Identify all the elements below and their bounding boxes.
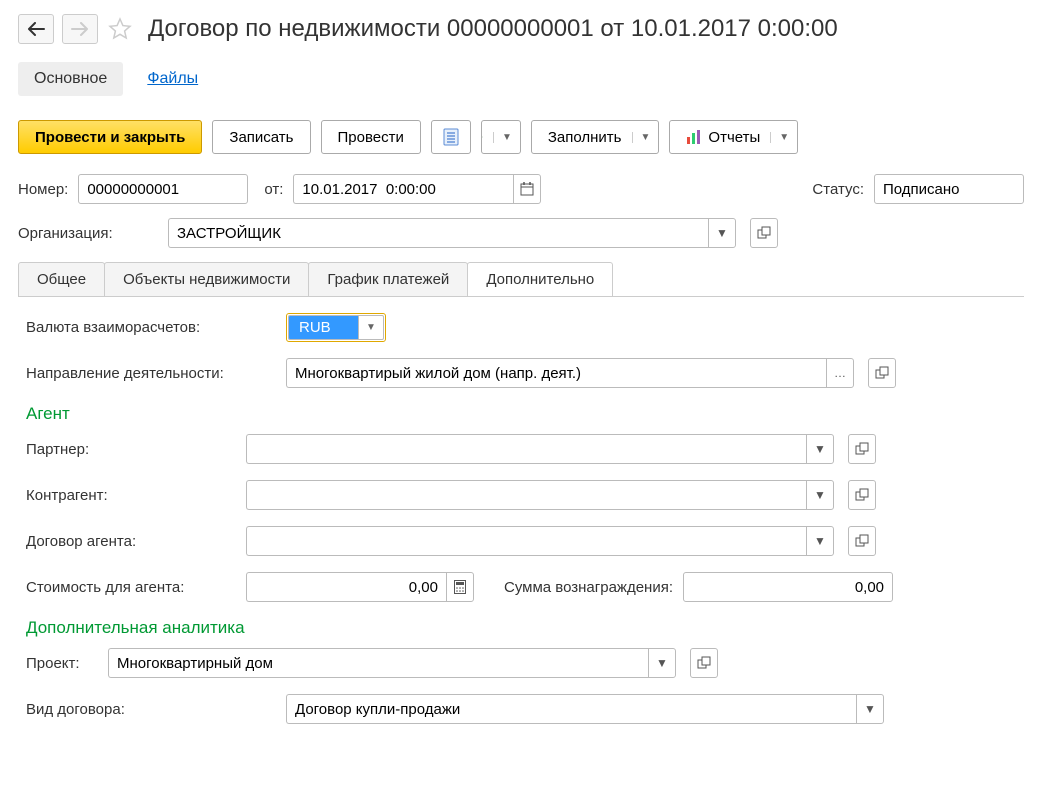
document-lines-icon: [443, 128, 459, 146]
save-button[interactable]: Записать: [212, 120, 310, 154]
number-input[interactable]: [78, 174, 248, 204]
project-label: Проект:: [26, 655, 98, 672]
number-label: Номер:: [18, 181, 68, 198]
open-icon[interactable]: [690, 648, 718, 678]
agent-contract-row: Договор агента: ▼: [26, 526, 1016, 556]
org-label: Организация:: [18, 225, 158, 242]
contract-type-input[interactable]: [286, 694, 856, 724]
partner-label: Партнер:: [26, 441, 236, 458]
status-input[interactable]: [874, 174, 1024, 204]
currency-combo: RUB ▼: [286, 313, 386, 342]
currency-value[interactable]: RUB: [288, 315, 358, 340]
org-row: Организация: ▼: [18, 218, 1024, 248]
toolbar: Провести и закрыть Записать Провести ▼ З…: [18, 120, 1024, 154]
open-icon[interactable]: [848, 480, 876, 510]
date-label: от:: [264, 181, 283, 198]
dropdown-icon[interactable]: ▼: [806, 480, 834, 510]
dropdown-icon[interactable]: ▼: [806, 526, 834, 556]
agent-section-title: Агент: [26, 404, 1016, 424]
partner-input-group: ▼: [246, 434, 834, 464]
subtab-files[interactable]: Файлы: [131, 62, 214, 96]
tab-objects[interactable]: Объекты недвижимости: [104, 262, 309, 296]
dropdown-icon[interactable]: ▼: [856, 694, 884, 724]
agent-cost-input[interactable]: [246, 572, 446, 602]
agent-cost-label: Стоимость для агента:: [26, 579, 236, 596]
counterparty-input[interactable]: [246, 480, 806, 510]
dropdown-icon[interactable]: ▼: [806, 434, 834, 464]
project-input[interactable]: [108, 648, 648, 678]
document-arrow-icon: [482, 128, 483, 146]
nav-forward-button[interactable]: [62, 14, 98, 44]
post-button[interactable]: Провести: [321, 120, 421, 154]
org-input[interactable]: [168, 218, 708, 248]
reports-button-label: Отчеты: [708, 129, 760, 146]
contract-type-row: Вид договора: ▼: [26, 694, 1016, 724]
post-and-close-button[interactable]: Провести и закрыть: [18, 120, 202, 154]
counterparty-label: Контрагент:: [26, 487, 236, 504]
agent-contract-input-group: ▼: [246, 526, 834, 556]
agent-cost-row: Стоимость для агента: Сумма вознагражден…: [26, 572, 1016, 602]
reward-input[interactable]: [683, 572, 893, 602]
export-icon-button[interactable]: ▼: [481, 120, 521, 154]
partner-row: Партнер: ▼: [26, 434, 1016, 464]
subtab-main[interactable]: Основное: [18, 62, 123, 96]
tab-additional[interactable]: Дополнительно: [467, 262, 613, 296]
agent-cost-input-group: [246, 572, 474, 602]
tab-additional-content: Валюта взаиморасчетов: RUB ▼ Направление…: [18, 313, 1024, 724]
analytics-section-title: Дополнительная аналитика: [26, 618, 1016, 638]
direction-input[interactable]: [286, 358, 826, 388]
bar-chart-icon: [686, 129, 702, 145]
direction-label: Направление деятельности:: [26, 365, 276, 382]
header-bar: Договор по недвижимости 00000000001 от 1…: [18, 14, 1024, 44]
project-input-group: ▼: [108, 648, 676, 678]
reward-label: Сумма вознаграждения:: [504, 579, 673, 596]
currency-label: Валюта взаиморасчетов:: [26, 319, 276, 336]
agent-contract-label: Договор агента:: [26, 533, 236, 550]
date-input[interactable]: [293, 174, 513, 204]
open-icon[interactable]: [868, 358, 896, 388]
chevron-down-icon: ▼: [770, 132, 789, 143]
calendar-icon[interactable]: [513, 174, 541, 204]
main-tabs: Общее Объекты недвижимости График платеж…: [18, 262, 1024, 297]
contract-type-label: Вид договора:: [26, 701, 276, 718]
status-label: Статус:: [812, 181, 864, 198]
counterparty-input-group: ▼: [246, 480, 834, 510]
agent-contract-input[interactable]: [246, 526, 806, 556]
counterparty-row: Контрагент: ▼: [26, 480, 1016, 510]
project-row: Проект: ▼: [26, 648, 1016, 678]
org-input-group: ▼: [168, 218, 736, 248]
dropdown-icon[interactable]: ▼: [648, 648, 676, 678]
direction-row: Направление деятельности: …: [26, 358, 1016, 388]
chevron-down-icon: ▼: [493, 132, 512, 143]
list-icon-button[interactable]: [431, 120, 471, 154]
number-date-status-row: Номер: от: Статус:: [18, 174, 1024, 204]
calculator-icon[interactable]: [446, 572, 474, 602]
page-title: Договор по недвижимости 00000000001 от 1…: [148, 15, 838, 43]
dropdown-icon[interactable]: ▼: [358, 315, 384, 340]
nav-back-button[interactable]: [18, 14, 54, 44]
favorite-star-icon[interactable]: [106, 15, 134, 43]
direction-input-group: …: [286, 358, 854, 388]
sub-tabs: Основное Файлы: [18, 62, 1024, 96]
fill-button[interactable]: Заполнить ▼: [531, 120, 660, 154]
currency-row: Валюта взаиморасчетов: RUB ▼: [26, 313, 1016, 342]
tab-general[interactable]: Общее: [18, 262, 105, 296]
open-icon[interactable]: [750, 218, 778, 248]
open-icon[interactable]: [848, 434, 876, 464]
date-input-group: [293, 174, 541, 204]
reports-button[interactable]: Отчеты ▼: [669, 120, 798, 154]
partner-input[interactable]: [246, 434, 806, 464]
fill-button-label: Заполнить: [548, 129, 622, 146]
ellipsis-icon[interactable]: …: [826, 358, 854, 388]
tab-schedule[interactable]: График платежей: [308, 262, 468, 296]
chevron-down-icon: ▼: [632, 132, 651, 143]
dropdown-icon[interactable]: ▼: [708, 218, 736, 248]
contract-type-input-group: ▼: [286, 694, 884, 724]
open-icon[interactable]: [848, 526, 876, 556]
